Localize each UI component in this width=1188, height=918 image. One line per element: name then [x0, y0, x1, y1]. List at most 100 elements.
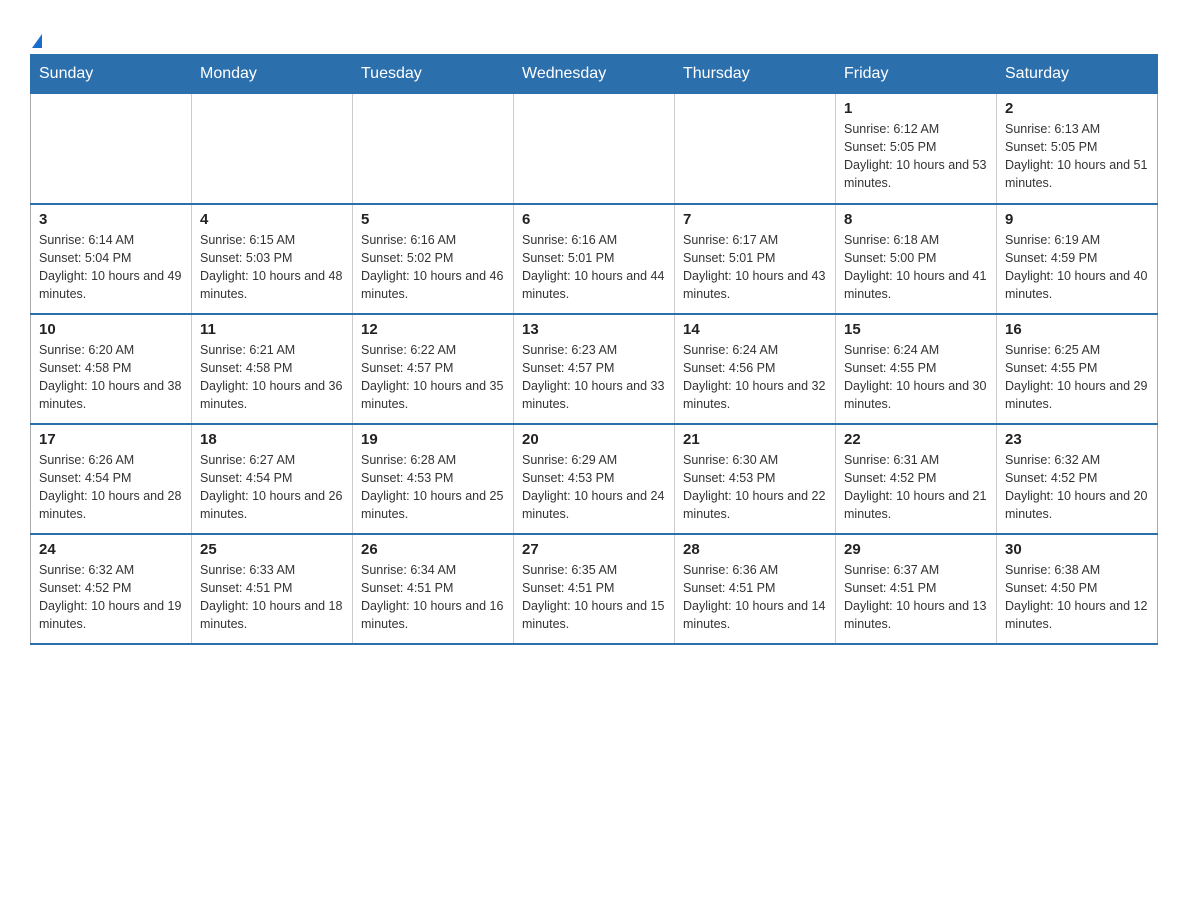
- day-info: Sunrise: 6:18 AMSunset: 5:00 PMDaylight:…: [844, 231, 988, 304]
- day-number: 24: [39, 541, 183, 558]
- day-info: Sunrise: 6:35 AMSunset: 4:51 PMDaylight:…: [522, 561, 666, 634]
- weekday-header-row: SundayMondayTuesdayWednesdayThursdayFrid…: [31, 55, 1158, 94]
- calendar-day-cell: 28Sunrise: 6:36 AMSunset: 4:51 PMDayligh…: [675, 534, 836, 644]
- weekday-header-monday: Monday: [192, 55, 353, 94]
- calendar-day-cell: 23 Sunrise: 6:32 AMSunset: 4:52 PMDayligh…: [997, 424, 1158, 534]
- calendar-day-cell: [675, 94, 836, 204]
- day-number: 11: [200, 321, 344, 338]
- weekday-header-friday: Friday: [836, 55, 997, 94]
- day-number: 16: [1005, 321, 1149, 338]
- calendar-day-cell: 15Sunrise: 6:24 AMSunset: 4:55 PMDayligh…: [836, 314, 997, 424]
- day-info: Sunrise: 6:26 AMSunset: 4:54 PMDaylight:…: [39, 451, 183, 524]
- day-number: 30: [1005, 541, 1149, 558]
- logo: [30, 20, 42, 44]
- day-number: 22: [844, 431, 988, 448]
- day-info: Sunrise: 6:16 AMSunset: 5:02 PMDaylight:…: [361, 231, 505, 304]
- weekday-header-tuesday: Tuesday: [353, 55, 514, 94]
- day-info: Sunrise: 6:16 AMSunset: 5:01 PMDaylight:…: [522, 231, 666, 304]
- logo-general-line: [30, 20, 42, 52]
- day-number: 18: [200, 431, 344, 448]
- calendar-day-cell: 27 Sunrise: 6:35 AMSunset: 4:51 PMDayligh…: [514, 534, 675, 644]
- calendar-week-row: 17 Sunrise: 6:26 AMSunset: 4:54 PMDayligh…: [31, 424, 1158, 534]
- calendar-day-cell: 21 Sunrise: 6:30 AMSunset: 4:53 PMDayligh…: [675, 424, 836, 534]
- calendar-day-cell: 2Sunrise: 6:13 AMSunset: 5:05 PMDaylight…: [997, 94, 1158, 204]
- calendar-day-cell: 4Sunrise: 6:15 AMSunset: 5:03 PMDaylight…: [192, 204, 353, 314]
- day-info: Sunrise: 6:36 AMSunset: 4:51 PMDaylight:…: [683, 561, 827, 634]
- day-info: Sunrise: 6:23 AMSunset: 4:57 PMDaylight:…: [522, 341, 666, 414]
- calendar-day-cell: [353, 94, 514, 204]
- day-number: 2: [1005, 100, 1149, 117]
- logo-triangle-icon: [32, 34, 42, 48]
- day-info: Sunrise: 6:14 AMSunset: 5:04 PMDaylight:…: [39, 231, 183, 304]
- calendar-day-cell: 11 Sunrise: 6:21 AMSunset: 4:58 PMDayligh…: [192, 314, 353, 424]
- calendar-day-cell: 17 Sunrise: 6:26 AMSunset: 4:54 PMDayligh…: [31, 424, 192, 534]
- day-info: Sunrise: 6:20 AMSunset: 4:58 PMDaylight:…: [39, 341, 183, 414]
- weekday-header-thursday: Thursday: [675, 55, 836, 94]
- calendar-day-cell: 16 Sunrise: 6:25 AMSunset: 4:55 PMDayligh…: [997, 314, 1158, 424]
- day-info: Sunrise: 6:21 AMSunset: 4:58 PMDaylight:…: [200, 341, 344, 414]
- day-number: 19: [361, 431, 505, 448]
- day-number: 13: [522, 321, 666, 338]
- day-info: Sunrise: 6:12 AMSunset: 5:05 PMDaylight:…: [844, 120, 988, 193]
- day-number: 12: [361, 321, 505, 338]
- calendar-day-cell: 3 Sunrise: 6:14 AMSunset: 5:04 PMDaylight…: [31, 204, 192, 314]
- day-number: 7: [683, 211, 827, 228]
- day-number: 17: [39, 431, 183, 448]
- calendar-day-cell: 13 Sunrise: 6:23 AMSunset: 4:57 PMDayligh…: [514, 314, 675, 424]
- day-number: 25: [200, 541, 344, 558]
- day-info: Sunrise: 6:24 AMSunset: 4:56 PMDaylight:…: [683, 341, 827, 414]
- day-number: 14: [683, 321, 827, 338]
- weekday-header-sunday: Sunday: [31, 55, 192, 94]
- day-info: Sunrise: 6:31 AMSunset: 4:52 PMDaylight:…: [844, 451, 988, 524]
- day-number: 9: [1005, 211, 1149, 228]
- day-info: Sunrise: 6:37 AMSunset: 4:51 PMDaylight:…: [844, 561, 988, 634]
- day-info: Sunrise: 6:34 AMSunset: 4:51 PMDaylight:…: [361, 561, 505, 634]
- calendar-day-cell: 24 Sunrise: 6:32 AMSunset: 4:52 PMDayligh…: [31, 534, 192, 644]
- calendar-header: SundayMondayTuesdayWednesdayThursdayFrid…: [31, 55, 1158, 94]
- calendar-day-cell: 9Sunrise: 6:19 AMSunset: 4:59 PMDaylight…: [997, 204, 1158, 314]
- day-info: Sunrise: 6:30 AMSunset: 4:53 PMDaylight:…: [683, 451, 827, 524]
- calendar-day-cell: 26Sunrise: 6:34 AMSunset: 4:51 PMDayligh…: [353, 534, 514, 644]
- day-number: 6: [522, 211, 666, 228]
- day-number: 20: [522, 431, 666, 448]
- calendar-week-row: 1 Sunrise: 6:12 AMSunset: 5:05 PMDaylight…: [31, 94, 1158, 204]
- calendar-day-cell: [31, 94, 192, 204]
- calendar-day-cell: 29 Sunrise: 6:37 AMSunset: 4:51 PMDayligh…: [836, 534, 997, 644]
- day-info: Sunrise: 6:29 AMSunset: 4:53 PMDaylight:…: [522, 451, 666, 524]
- day-info: Sunrise: 6:32 AMSunset: 4:52 PMDaylight:…: [39, 561, 183, 634]
- calendar-day-cell: 30 Sunrise: 6:38 AMSunset: 4:50 PMDayligh…: [997, 534, 1158, 644]
- day-info: Sunrise: 6:24 AMSunset: 4:55 PMDaylight:…: [844, 341, 988, 414]
- day-number: 3: [39, 211, 183, 228]
- calendar-day-cell: 1 Sunrise: 6:12 AMSunset: 5:05 PMDaylight…: [836, 94, 997, 204]
- calendar-body: 1 Sunrise: 6:12 AMSunset: 5:05 PMDaylight…: [31, 94, 1158, 644]
- calendar-day-cell: [514, 94, 675, 204]
- day-info: Sunrise: 6:27 AMSunset: 4:54 PMDaylight:…: [200, 451, 344, 524]
- day-number: 1: [844, 100, 988, 117]
- calendar-day-cell: 19 Sunrise: 6:28 AMSunset: 4:53 PMDayligh…: [353, 424, 514, 534]
- day-info: Sunrise: 6:38 AMSunset: 4:50 PMDaylight:…: [1005, 561, 1149, 634]
- calendar-day-cell: 6 Sunrise: 6:16 AMSunset: 5:01 PMDaylight…: [514, 204, 675, 314]
- weekday-header-wednesday: Wednesday: [514, 55, 675, 94]
- day-number: 5: [361, 211, 505, 228]
- day-number: 4: [200, 211, 344, 228]
- calendar-day-cell: 22 Sunrise: 6:31 AMSunset: 4:52 PMDayligh…: [836, 424, 997, 534]
- day-info: Sunrise: 6:17 AMSunset: 5:01 PMDaylight:…: [683, 231, 827, 304]
- day-info: Sunrise: 6:25 AMSunset: 4:55 PMDaylight:…: [1005, 341, 1149, 414]
- calendar-week-row: 3 Sunrise: 6:14 AMSunset: 5:04 PMDaylight…: [31, 204, 1158, 314]
- day-info: Sunrise: 6:32 AMSunset: 4:52 PMDaylight:…: [1005, 451, 1149, 524]
- calendar-day-cell: 7 Sunrise: 6:17 AMSunset: 5:01 PMDaylight…: [675, 204, 836, 314]
- day-number: 21: [683, 431, 827, 448]
- day-number: 23: [1005, 431, 1149, 448]
- calendar-day-cell: 5 Sunrise: 6:16 AMSunset: 5:02 PMDaylight…: [353, 204, 514, 314]
- calendar-day-cell: 10Sunrise: 6:20 AMSunset: 4:58 PMDayligh…: [31, 314, 192, 424]
- calendar-day-cell: 8Sunrise: 6:18 AMSunset: 5:00 PMDaylight…: [836, 204, 997, 314]
- calendar-day-cell: 18 Sunrise: 6:27 AMSunset: 4:54 PMDayligh…: [192, 424, 353, 534]
- day-number: 27: [522, 541, 666, 558]
- calendar-day-cell: [192, 94, 353, 204]
- day-number: 29: [844, 541, 988, 558]
- calendar-day-cell: 12Sunrise: 6:22 AMSunset: 4:57 PMDayligh…: [353, 314, 514, 424]
- calendar-day-cell: 14 Sunrise: 6:24 AMSunset: 4:56 PMDayligh…: [675, 314, 836, 424]
- calendar-week-row: 10Sunrise: 6:20 AMSunset: 4:58 PMDayligh…: [31, 314, 1158, 424]
- day-info: Sunrise: 6:28 AMSunset: 4:53 PMDaylight:…: [361, 451, 505, 524]
- calendar-day-cell: 25Sunrise: 6:33 AMSunset: 4:51 PMDayligh…: [192, 534, 353, 644]
